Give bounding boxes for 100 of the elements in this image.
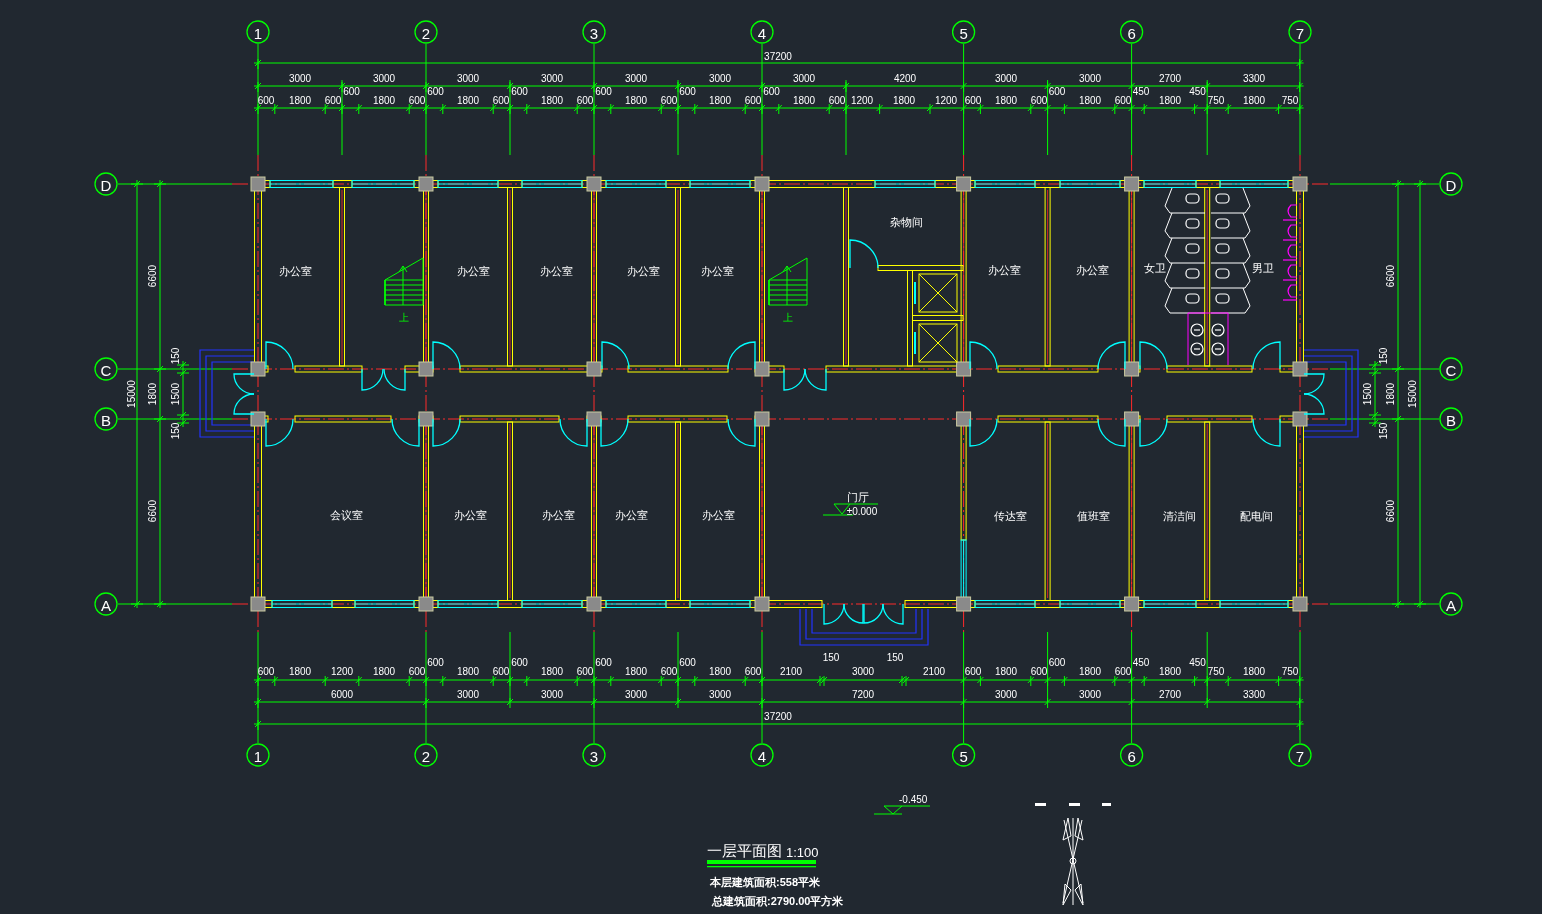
elevation-label: -0.450 [899, 793, 928, 805]
door-swing-icon [969, 341, 998, 370]
toilet-icon [1185, 268, 1200, 279]
dimension-label: 1800 [1078, 94, 1102, 106]
stair-icon [768, 257, 808, 306]
dimension-label: 1800 [1384, 382, 1396, 406]
door-swing-icon [804, 368, 827, 391]
door-swing-icon [233, 373, 255, 395]
dimension-label: 3000 [708, 72, 732, 84]
dimension-label: 450 [1132, 85, 1150, 97]
column-icon [1292, 411, 1308, 427]
column-icon [754, 361, 770, 377]
dimension-label: 6600 [146, 499, 158, 523]
room-label: 办公室 [278, 265, 312, 277]
sink-icon [1211, 342, 1225, 356]
room-label: 门厅 [847, 491, 869, 503]
toilet-icon [1215, 193, 1230, 204]
dimension-label: 1800 [1158, 665, 1182, 677]
dimension-label: 1800 [1078, 665, 1102, 677]
dimension-label: 3000 [624, 688, 648, 700]
door-swing-icon [1252, 341, 1281, 370]
axis-bubble: 1 [246, 743, 270, 767]
dimension-label: 1500 [1361, 382, 1373, 406]
door-swing-icon [1303, 373, 1325, 395]
door-swing-icon [1097, 418, 1126, 447]
dimension-label: 600 [1048, 85, 1066, 97]
sink-icon [1190, 342, 1204, 356]
dimension-label: 1800 [994, 94, 1018, 106]
dimension-label: 1800 [624, 665, 648, 677]
dimension-label: 1200 [934, 94, 958, 106]
room-label: 办公室 [1075, 264, 1109, 276]
dimension-label: 3300 [1242, 688, 1266, 700]
toilet-icon [1215, 293, 1230, 304]
window [605, 600, 667, 608]
dimension-label: 600 [660, 665, 678, 677]
window [437, 600, 499, 608]
urinal-icon [1282, 224, 1298, 241]
dimension-label: 1200 [330, 665, 354, 677]
window [1219, 180, 1289, 188]
window [351, 180, 415, 188]
dimension-label: 150 [886, 651, 904, 663]
stair-direction-label: 上 [783, 311, 793, 323]
dimension-label: 600 [257, 665, 275, 677]
dimension-label: 3000 [540, 688, 564, 700]
toilet-icon [1215, 268, 1230, 279]
axis-bubble: 3 [582, 20, 606, 44]
window [974, 600, 1036, 608]
door-swing-icon [823, 603, 845, 625]
dimension-label: 600 [257, 94, 275, 106]
room-label: 办公室 [539, 265, 573, 277]
axis-bubble: B [1439, 407, 1463, 431]
door-swing-icon [600, 418, 629, 447]
window [437, 180, 499, 188]
axis-bubble: 4 [750, 20, 774, 44]
room-label: 办公室 [626, 265, 660, 277]
dimension-label: 2100 [779, 665, 803, 677]
dimension-label: 7200 [851, 688, 875, 700]
dimension-label: 600 [427, 85, 444, 97]
dimension-label: 37200 [764, 50, 792, 62]
column-icon [1124, 411, 1140, 427]
door-swing-icon [1303, 393, 1325, 415]
axis-bubble: 7 [1288, 743, 1312, 767]
dimension-label: 600 [1030, 665, 1048, 677]
window [1143, 600, 1197, 608]
axis-bubble: A [94, 592, 118, 616]
door-swing-icon [432, 418, 461, 447]
column-icon [1124, 361, 1140, 377]
dimension-label: 600 [964, 94, 982, 106]
column-icon [250, 596, 266, 612]
dimension-label: 3000 [1078, 688, 1102, 700]
axis-bubble: 4 [750, 743, 774, 767]
toilet-icon [1185, 243, 1200, 254]
dimension-label: 750 [1207, 94, 1225, 106]
dimension-label: 600 [964, 665, 982, 677]
elevator-icon [914, 323, 958, 363]
dimension-label: 600 [324, 94, 342, 106]
dimension-label: 6600 [1384, 499, 1396, 523]
column-icon [418, 361, 434, 377]
elevation-marker-icon [873, 805, 931, 815]
column-icon [418, 596, 434, 612]
dimension-label: 3000 [792, 72, 816, 84]
door-swing-icon [969, 418, 998, 447]
column-icon [956, 411, 972, 427]
dimension-label: 1800 [146, 382, 158, 406]
dimension-label: 600 [595, 656, 612, 668]
door-swing-icon [391, 418, 420, 447]
column-icon [956, 596, 972, 612]
column-icon [418, 411, 434, 427]
window [271, 600, 333, 608]
dimension-label: 600 [744, 94, 762, 106]
axis-bubble: 6 [1119, 743, 1144, 767]
dimension-label: 600 [1114, 94, 1132, 106]
dimension-label: 3000 [1078, 72, 1102, 84]
axis-bubble: B [94, 407, 118, 431]
dimension-label: 600 [660, 94, 678, 106]
door-swing-icon [783, 368, 806, 391]
door-swing-icon [265, 418, 294, 447]
dimension-label: 1800 [708, 94, 732, 106]
column-icon [1124, 596, 1140, 612]
dimension-label: 6600 [1384, 264, 1396, 288]
